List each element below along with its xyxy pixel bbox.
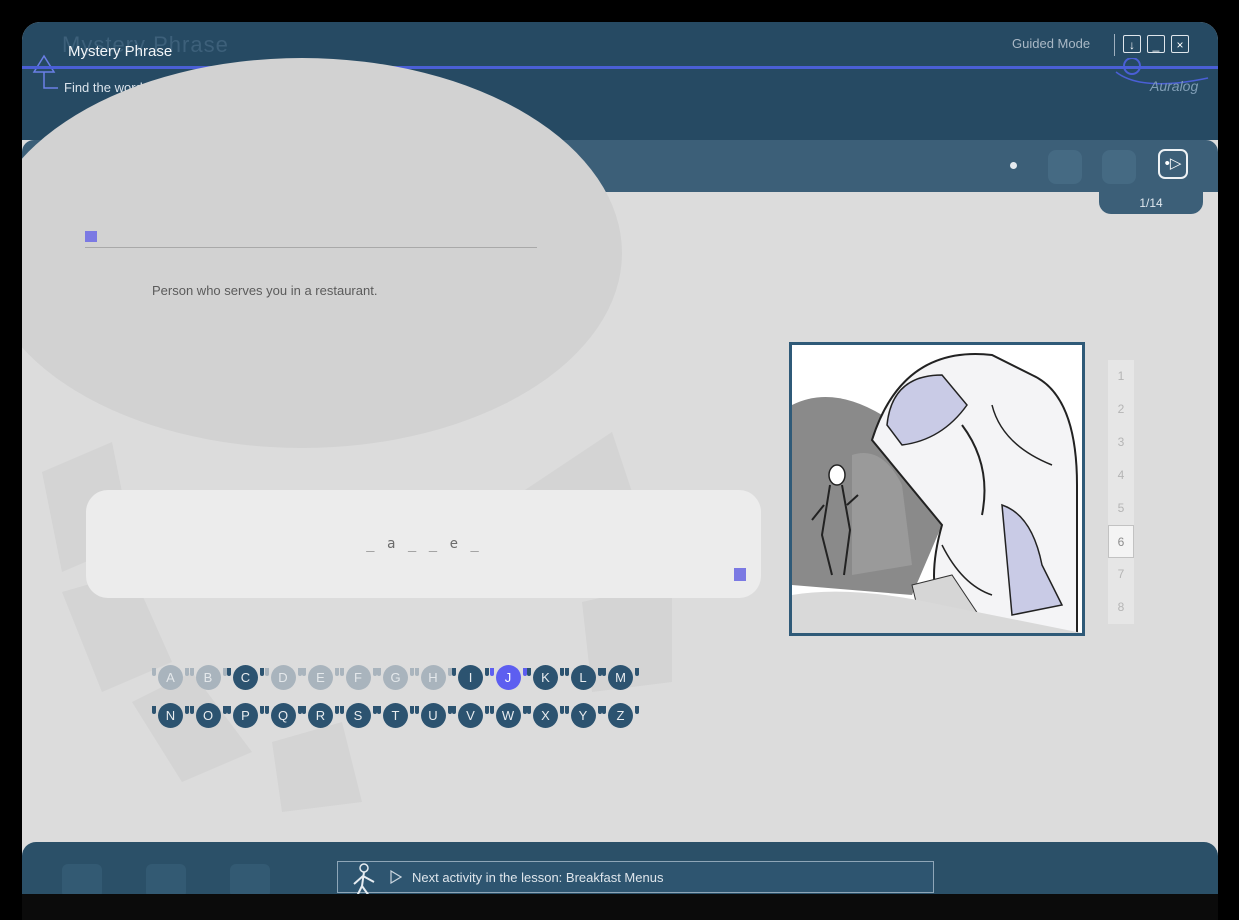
letter-button-x[interactable]: X	[527, 703, 564, 728]
letter-button-e[interactable]: E	[302, 665, 339, 690]
page-item-4[interactable]: 4	[1108, 459, 1134, 492]
letter-button-n[interactable]: N	[152, 703, 189, 728]
page-item-1[interactable]: 1	[1108, 360, 1134, 393]
solution-button[interactable]	[1102, 150, 1136, 184]
letter-button-s[interactable]: S	[339, 703, 377, 728]
letter-button-g[interactable]: G	[377, 665, 414, 690]
letter-button-k[interactable]: K	[527, 665, 564, 690]
page-item-3[interactable]: 3	[1108, 426, 1134, 459]
next-button[interactable]: •▷	[1158, 149, 1188, 179]
brand-logo: Auralog	[1150, 78, 1199, 94]
answer-marker	[734, 568, 746, 581]
page-item-7[interactable]: 7	[1108, 558, 1134, 591]
letter-row-1: ABCDEFGHIJKLM	[152, 665, 646, 690]
letter-row-2: NOPQRSTUVWXYZ	[152, 703, 646, 728]
definition-marker	[85, 231, 97, 242]
letter-button-f[interactable]: F	[339, 665, 377, 690]
home-button[interactable]	[62, 864, 102, 898]
letter-button-l[interactable]: L	[564, 665, 602, 690]
page-item-5[interactable]: 5	[1108, 492, 1134, 525]
letter-button-a[interactable]: A	[152, 665, 189, 690]
progress-dot	[1010, 162, 1017, 169]
letter-button-z[interactable]: Z	[602, 703, 639, 728]
play-icon	[390, 870, 402, 884]
guided-mode-label[interactable]: Guided Mode	[1012, 36, 1090, 51]
question-counter: 1/14	[1099, 192, 1203, 214]
divider	[1114, 34, 1115, 56]
letter-button-t[interactable]: T	[377, 703, 414, 728]
letter-button-v[interactable]: V	[452, 703, 489, 728]
next-activity-bar[interactable]: Next activity in the lesson: Breakfast M…	[337, 861, 934, 903]
letter-button-h[interactable]: H	[414, 665, 452, 690]
cartoon-illustration	[792, 345, 1082, 633]
letter-button-m[interactable]: M	[602, 665, 639, 690]
definition-divider	[85, 247, 537, 248]
audio-button[interactable]	[146, 864, 186, 898]
logo-mark-icon	[32, 54, 58, 89]
letter-button-u[interactable]: U	[414, 703, 452, 728]
letter-button-q[interactable]: Q	[264, 703, 302, 728]
page-item-6[interactable]: 6	[1108, 525, 1134, 558]
letter-button-j[interactable]: J	[489, 665, 527, 690]
letter-button-b[interactable]: B	[189, 665, 227, 690]
next-activity-label: Next activity in the lesson: Breakfast M…	[412, 870, 664, 885]
letter-button-w[interactable]: W	[489, 703, 527, 728]
footer-strip	[22, 894, 1218, 920]
page-item-2[interactable]: 2	[1108, 393, 1134, 426]
letter-button-p[interactable]: P	[227, 703, 264, 728]
background-circle	[22, 58, 622, 448]
letter-button-r[interactable]: R	[302, 703, 339, 728]
letter-button-d[interactable]: D	[264, 665, 302, 690]
letter-button-y[interactable]: Y	[564, 703, 602, 728]
download-icon[interactable]: ↓	[1123, 35, 1141, 53]
illustration	[789, 342, 1085, 636]
app-window: Mystery Phrase Mystery Phrase Find the w…	[22, 22, 1218, 920]
settings-button[interactable]	[230, 864, 270, 898]
minimize-icon[interactable]: _	[1147, 35, 1165, 53]
letter-button-c[interactable]: C	[227, 665, 264, 690]
letter-button-o[interactable]: O	[189, 703, 227, 728]
letter-button-i[interactable]: I	[452, 665, 489, 690]
page-item-8[interactable]: 8	[1108, 591, 1134, 624]
close-icon[interactable]: ×	[1171, 35, 1189, 53]
hint-button[interactable]	[1048, 150, 1082, 184]
answer-panel: _ a _ _ e _	[86, 490, 761, 598]
background-swirl	[42, 432, 672, 812]
page-list: 12345678	[1108, 360, 1134, 624]
definition-text: Person who serves you in a restaurant.	[152, 283, 378, 298]
answer-pattern: _ a _ _ e _	[366, 536, 481, 552]
app-title: Mystery Phrase	[68, 43, 173, 60]
